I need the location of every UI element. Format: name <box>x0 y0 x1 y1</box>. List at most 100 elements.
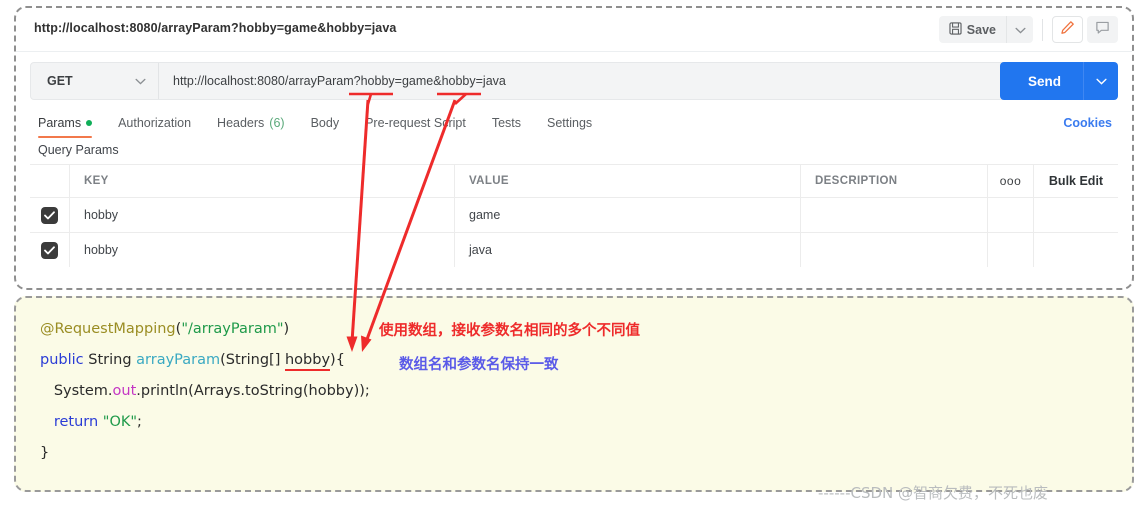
row-description-cell[interactable] <box>801 233 988 267</box>
save-dropdown-button[interactable] <box>1006 16 1033 43</box>
toolbar-divider <box>1042 18 1043 41</box>
send-dropdown-button[interactable] <box>1083 62 1118 100</box>
tab-settings[interactable]: Settings <box>534 110 605 139</box>
header-value-cell: VALUE <box>455 165 801 197</box>
chevron-down-icon <box>1095 72 1107 90</box>
tab-headers-count: (6) <box>269 116 285 130</box>
cookies-link[interactable]: Cookies <box>1063 116 1112 130</box>
row-value-value: game <box>469 208 501 222</box>
query-params-label: Query Params <box>38 143 119 157</box>
row-end-cell <box>1034 198 1118 232</box>
comment-button[interactable] <box>1087 16 1118 43</box>
code-token: hobby <box>284 352 331 371</box>
code-token: public <box>40 352 84 368</box>
row-checkbox-cell[interactable] <box>30 233 70 267</box>
row-key-value: hobby <box>84 208 119 222</box>
code-token: System. <box>40 383 113 399</box>
tab-params[interactable]: Params <box>38 110 105 139</box>
titlebar-actions: Save <box>938 16 1118 43</box>
tab-tests-label: Tests <box>491 116 521 130</box>
annotation-blue-note: 数组名和参数名保持一致 <box>399 357 559 373</box>
code-line: System.out.println(Arrays.toString(hobby… <box>40 376 1132 407</box>
watermark-text: ------CSDN @智商欠费，不死也废 <box>818 484 1049 502</box>
save-button-group[interactable]: Save <box>938 16 1033 43</box>
table-header-row: KEY VALUE DESCRIPTION ooo Bulk Edit <box>30 165 1118 197</box>
params-modified-dot-icon <box>86 120 93 126</box>
chevron-down-icon <box>135 72 146 90</box>
chevron-down-icon <box>1014 21 1026 39</box>
code-token: "/arrayParam" <box>181 321 284 337</box>
http-method-select[interactable]: GET <box>31 63 159 99</box>
tab-headers[interactable]: Headers (6) <box>204 110 298 139</box>
code-line: } <box>40 438 1132 469</box>
table-options-button[interactable]: ooo <box>988 165 1034 197</box>
table-row: hobby java <box>30 232 1118 267</box>
row-spacer-cell <box>988 198 1034 232</box>
header-description-cell: DESCRIPTION <box>801 165 988 197</box>
code-token: "OK" <box>102 414 138 430</box>
floppy-disk-icon <box>949 21 962 38</box>
save-button-label: Save <box>966 22 996 37</box>
request-tabs: Params Authorization Headers (6) Body Pr… <box>38 110 605 139</box>
row-key-cell[interactable]: hobby <box>70 233 455 267</box>
tab-headers-label: Headers <box>217 116 265 130</box>
method-url-bar: GET http://localhost:8080/arrayParam?hob… <box>30 62 1020 100</box>
checkbox-checked-icon[interactable] <box>41 241 58 259</box>
tab-settings-label: Settings <box>547 116 593 130</box>
row-value-value: java <box>469 243 492 257</box>
row-spacer-cell <box>988 233 1034 267</box>
row-description-cell[interactable] <box>801 198 988 232</box>
checkbox-checked-icon[interactable] <box>41 206 58 224</box>
code-token: ) <box>283 321 290 337</box>
code-token: String <box>88 352 132 368</box>
http-method-label: GET <box>47 74 73 88</box>
header-value-label: VALUE <box>469 175 509 187</box>
more-options-icon: ooo <box>999 174 1022 188</box>
pencil-icon <box>1060 20 1075 40</box>
code-token: ; <box>137 414 142 430</box>
titlebar: http://localhost:8080/arrayParam?hobby=g… <box>16 8 1132 52</box>
tab-body-label: Body <box>310 116 340 130</box>
tab-authorization[interactable]: Authorization <box>105 110 204 139</box>
send-button-group[interactable]: Send <box>1000 62 1118 100</box>
code-token: return <box>53 414 99 430</box>
comment-icon <box>1095 20 1110 40</box>
row-key-cell[interactable]: hobby <box>70 198 455 232</box>
code-token: arrayParam <box>136 352 221 368</box>
row-end-cell <box>1034 233 1118 267</box>
tab-params-label: Params <box>38 116 82 130</box>
code-line: return "OK"; <box>40 407 1132 438</box>
header-checkbox-cell <box>30 165 70 197</box>
row-value-cell[interactable]: java <box>455 233 801 267</box>
code-token: (String[] <box>220 352 285 368</box>
row-value-cell[interactable]: game <box>455 198 801 232</box>
query-params-table: KEY VALUE DESCRIPTION ooo Bulk Edit hobb… <box>30 164 1118 288</box>
annotation-red-note: 使用数组，接收参数名相同的多个不同值 <box>379 323 640 339</box>
code-token: .println(Arrays.toString(hobby)); <box>136 383 370 399</box>
tab-url-title: http://localhost:8080/arrayParam?hobby=g… <box>34 21 397 35</box>
tab-pre-request-script-label: Pre-request Script <box>365 116 466 130</box>
save-button[interactable]: Save <box>939 16 1006 43</box>
tab-authorization-label: Authorization <box>118 116 192 130</box>
code-token: @RequestMapping <box>40 321 176 337</box>
tab-pre-request-script[interactable]: Pre-request Script <box>352 110 479 139</box>
code-line: public String arrayParam(String[] hobby)… <box>40 345 1132 376</box>
url-input[interactable]: http://localhost:8080/arrayParam?hobby=g… <box>159 74 1019 88</box>
header-key-cell: KEY <box>70 165 455 197</box>
request-panel: http://localhost:8080/arrayParam?hobby=g… <box>14 6 1134 290</box>
bulk-edit-button[interactable]: Bulk Edit <box>1034 165 1118 197</box>
code-token: } <box>40 445 50 461</box>
row-checkbox-cell[interactable] <box>30 198 70 232</box>
row-key-value: hobby <box>84 243 119 257</box>
header-description-label: DESCRIPTION <box>815 175 898 187</box>
table-row: hobby game <box>30 197 1118 232</box>
header-key-label: KEY <box>84 175 109 187</box>
edit-button[interactable] <box>1052 16 1083 43</box>
tab-body[interactable]: Body <box>298 110 353 139</box>
code-token: ){ <box>330 352 345 368</box>
send-button[interactable]: Send <box>1006 74 1083 89</box>
bulk-edit-label: Bulk Edit <box>1048 174 1104 188</box>
tab-tests[interactable]: Tests <box>479 110 534 139</box>
code-token: out <box>112 383 137 399</box>
